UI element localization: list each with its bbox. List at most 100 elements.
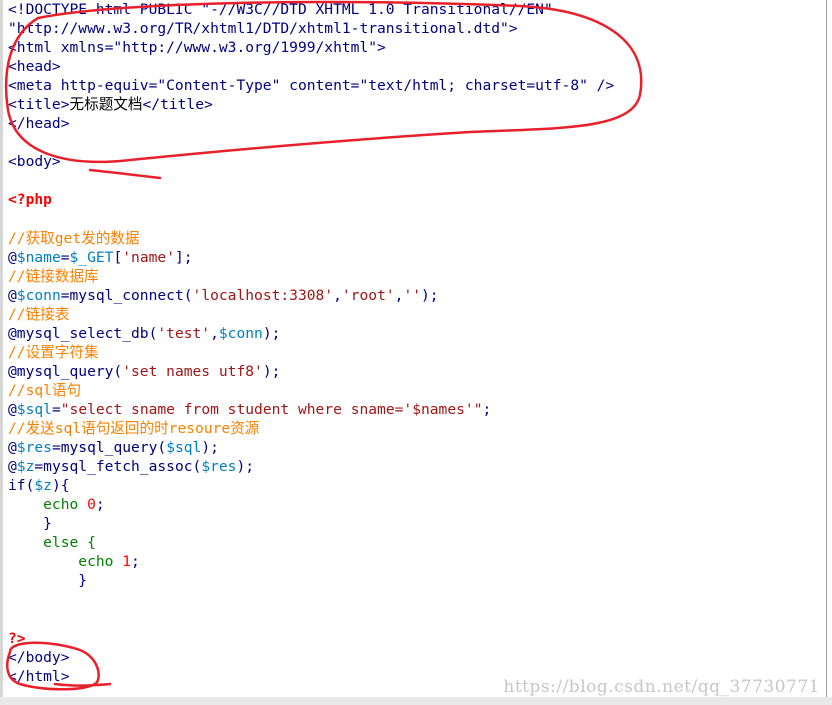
code-token: echo bbox=[8, 553, 123, 571]
code-line: </head> bbox=[8, 114, 822, 133]
code-line: @$conn=mysql_connect('localhost:3308','r… bbox=[8, 286, 822, 305]
code-line: @mysql_query('set names utf8'); bbox=[8, 362, 822, 381]
code-line: <title>无标题文档</title> bbox=[8, 95, 822, 114]
code-token: , bbox=[210, 324, 219, 342]
code-token: [ bbox=[113, 248, 123, 266]
code-line: @$res=mysql_query($sql); bbox=[8, 438, 822, 457]
code-token: @ bbox=[8, 439, 17, 457]
code-token: //sql语句 bbox=[8, 381, 82, 399]
code-token: //设置字符集 bbox=[8, 343, 99, 361]
code-token: <meta http-equiv="Content-Type" content=… bbox=[8, 77, 615, 95]
code-token: $res bbox=[16, 439, 52, 457]
code-line: </body> bbox=[8, 648, 822, 667]
code-line: @$z=mysql_fetch_assoc($res); bbox=[8, 457, 822, 476]
code-line: <meta http-equiv="Content-Type" content=… bbox=[8, 76, 822, 95]
code-line: //发送sql语句返回的时resoure资源 bbox=[8, 419, 822, 438]
code-token: = bbox=[60, 248, 70, 266]
code-token: <!DOCTYPE html PUBLIC "-//W3C//DTD XHTML… bbox=[8, 1, 553, 18]
code-line: //sql语句 bbox=[8, 381, 822, 400]
code-token: if( bbox=[8, 477, 35, 495]
code-token: = bbox=[51, 400, 61, 418]
code-token: @ bbox=[8, 286, 17, 304]
code-line: <body> bbox=[8, 152, 822, 171]
code-token: "select sname from student where sname='… bbox=[60, 400, 483, 418]
code-token: "http://www.w3.org/TR/xhtml1/DTD/xhtml1-… bbox=[8, 20, 518, 38]
code-token: ); bbox=[236, 458, 255, 476]
code-token: $_GET bbox=[69, 248, 114, 266]
code-line: } bbox=[8, 571, 822, 590]
code-line: <!DOCTYPE html PUBLIC "-//W3C//DTD XHTML… bbox=[8, 0, 822, 19]
code-token: //发送sql语句返回的时resoure资源 bbox=[8, 420, 260, 438]
code-editor[interactable]: <!DOCTYPE html PUBLIC "-//W3C//DTD XHTML… bbox=[8, 0, 822, 686]
code-line: <head> bbox=[8, 57, 822, 76]
code-token: @ bbox=[8, 248, 17, 266]
code-token: $conn bbox=[16, 286, 61, 304]
code-token: ; bbox=[95, 496, 105, 514]
code-line: @$sql="select sname from student where s… bbox=[8, 400, 822, 419]
code-line: <?php bbox=[8, 190, 822, 209]
code-line: <html xmlns="http://www.w3.org/1999/xhtm… bbox=[8, 38, 822, 57]
code-token: 'set names utf8' bbox=[122, 362, 263, 380]
code-token: $z bbox=[16, 458, 35, 476]
editor-gutter bbox=[0, 0, 3, 697]
code-token: ; bbox=[131, 553, 140, 571]
code-token: $name bbox=[16, 248, 61, 266]
code-token: =mysql_fetch_assoc( bbox=[34, 458, 202, 476]
watermark-text: https://blog.csdn.net/qq_37730771 bbox=[503, 677, 820, 697]
code-line: //链接数据库 bbox=[8, 267, 822, 286]
editor-bottom-bar bbox=[0, 697, 832, 705]
code-token: $res bbox=[201, 458, 237, 476]
code-token: //获取get发的数据 bbox=[8, 229, 140, 247]
code-token: ); bbox=[421, 286, 439, 304]
code-token: <head> bbox=[8, 58, 61, 76]
code-token: 0 bbox=[87, 496, 96, 514]
code-token: </html> bbox=[8, 667, 70, 685]
code-token: ); bbox=[262, 324, 281, 342]
code-token: @mysql_select_db( bbox=[8, 324, 158, 342]
code-token: </title> bbox=[142, 96, 213, 114]
code-token: =mysql_query( bbox=[51, 439, 167, 457]
code-token: ); bbox=[262, 362, 281, 380]
code-line: "http://www.w3.org/TR/xhtml1/DTD/xhtml1-… bbox=[8, 19, 822, 38]
code-line: //链接表 bbox=[8, 305, 822, 324]
code-token: <html xmlns="http://www.w3.org/1999/xhtm… bbox=[8, 39, 386, 57]
code-line: echo 1; bbox=[8, 552, 822, 571]
code-token: =mysql_connect( bbox=[60, 286, 193, 304]
code-token: 1 bbox=[122, 553, 132, 571]
code-token: ]; bbox=[174, 248, 193, 266]
code-token: 'root' bbox=[341, 286, 395, 304]
code-token: 'localhost:3308' bbox=[192, 286, 334, 304]
code-token: @ bbox=[8, 400, 17, 418]
code-token: </body> bbox=[8, 648, 70, 666]
code-token: </head> bbox=[8, 115, 70, 133]
code-token: $z bbox=[34, 477, 52, 495]
code-line: //获取get发的数据 bbox=[8, 229, 822, 248]
code-line: @$name=$_GET['name']; bbox=[8, 248, 822, 267]
code-token: echo bbox=[8, 496, 88, 514]
code-token: $sql bbox=[16, 400, 52, 418]
code-line: else { bbox=[8, 533, 822, 552]
code-token: 无标题文档 bbox=[69, 96, 143, 114]
code-token: @mysql_query( bbox=[8, 362, 123, 380]
code-token: 'name' bbox=[122, 248, 175, 266]
code-line: } bbox=[8, 514, 822, 533]
code-line: ?> bbox=[8, 629, 822, 648]
code-token: ){ bbox=[51, 477, 70, 495]
code-token: ?> bbox=[8, 629, 26, 647]
code-token: , bbox=[333, 286, 342, 304]
code-token: $sql bbox=[166, 439, 202, 457]
code-line: @mysql_select_db('test',$conn); bbox=[8, 324, 822, 343]
code-token: <title> bbox=[8, 96, 70, 114]
code-token: <body> bbox=[8, 153, 61, 171]
code-token: } bbox=[8, 572, 88, 590]
code-line: if($z){ bbox=[8, 476, 822, 495]
code-token: } bbox=[8, 515, 52, 533]
code-line: //设置字符集 bbox=[8, 343, 822, 362]
code-token: //链接表 bbox=[8, 305, 70, 323]
code-line: echo 0; bbox=[8, 495, 822, 514]
code-token: ); bbox=[201, 439, 219, 457]
